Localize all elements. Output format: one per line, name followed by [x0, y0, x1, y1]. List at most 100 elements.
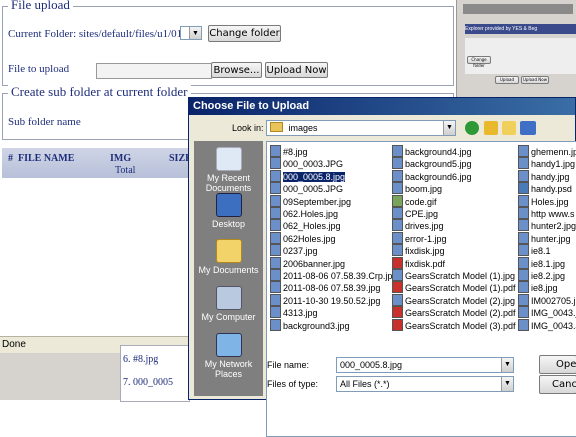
file-item[interactable]: error-1.jpg	[392, 231, 447, 244]
file-item[interactable]: ie8.1	[518, 244, 551, 257]
file-item[interactable]: boom.jpg	[392, 182, 442, 195]
desktop-icon	[215, 193, 242, 217]
file-item[interactable]: 062.Holes.jpg	[270, 207, 338, 219]
browse-button[interactable]: Browse...	[211, 62, 262, 78]
bg-window-title: Explorer provided by YES & Beg	[465, 24, 576, 34]
file-item[interactable]: handy.jpg	[518, 169, 569, 182]
file-list[interactable]: #8.jpg 000_0003.JPG 000_0005.8.jpg 000_0005…	[266, 141, 576, 437]
folder-icon	[270, 122, 283, 132]
network-places-icon	[215, 333, 242, 357]
file-item[interactable]: CPE.jpg	[392, 207, 438, 219]
new-folder-icon[interactable]	[502, 121, 516, 135]
image-file-icon	[518, 145, 529, 157]
file-item[interactable]: GearsScratch Model (1).pdf	[392, 281, 516, 294]
file-item[interactable]: GearsScratch Model (1).jpg	[392, 269, 515, 281]
image-file-icon	[392, 293, 403, 306]
file-item[interactable]: handy1.jpg	[518, 157, 575, 170]
background-window: Explorer provided by YES & Beg Change fo…	[456, 0, 576, 98]
file-item[interactable]: 09September.jpg	[270, 194, 351, 207]
file-item[interactable]: ghemenn.jpg	[518, 145, 576, 157]
bg-change-folder-button[interactable]: Change folder	[467, 56, 491, 68]
file-item[interactable]: Holes.jpg	[518, 194, 569, 207]
file-item[interactable]: 062_Holes.jpg	[270, 219, 341, 232]
files-of-type-select[interactable]: All Files (*.*) ▼	[336, 376, 514, 392]
change-folder-button[interactable]: Change folder	[208, 25, 281, 42]
folder-select[interactable]: ▼	[180, 26, 202, 40]
file-item[interactable]: 2006banner.jpg	[270, 256, 346, 269]
file-upload-legend: File upload	[8, 0, 73, 13]
file-item-name: 0237.jpg	[283, 246, 318, 257]
file-name-input[interactable]: 000_0005.8.jpg ▼	[336, 357, 514, 373]
file-item[interactable]: 062Holes.jpg	[270, 231, 336, 244]
file-item-name: handy.psd	[531, 184, 572, 195]
file-item-name: 2006banner.jpg	[283, 258, 346, 269]
image-file-icon	[518, 318, 529, 331]
file-item-name: drives.jpg	[405, 221, 444, 232]
image-file-icon	[518, 231, 529, 244]
image-file-icon	[270, 256, 281, 269]
file-item[interactable]: 4313.jpg	[270, 306, 318, 319]
file-item[interactable]: background6.jpg	[392, 169, 472, 182]
file-item[interactable]: 0237.jpg	[270, 244, 318, 257]
file-item[interactable]: http www.s	[518, 207, 575, 219]
file-item[interactable]: code.gif	[392, 194, 437, 207]
file-item[interactable]: handy.psd	[518, 182, 572, 195]
file-item[interactable]: hunter2.jpg	[518, 219, 576, 232]
thumb-row[interactable]: 7. 000_0005	[123, 377, 187, 388]
image-file-icon	[518, 219, 529, 232]
file-item-name: 2011-10-30 19.50.52.jpg	[283, 295, 381, 306]
image-file-icon	[392, 182, 403, 195]
file-item[interactable]: fixdisk.pdf	[392, 256, 445, 269]
recent-docs-icon	[215, 147, 242, 171]
file-item[interactable]: ie8.1.jpg	[518, 256, 565, 269]
file-item[interactable]: #8.jpg	[270, 145, 308, 157]
file-item[interactable]: 2011-08-06 07.58.39.Crp.jpg	[270, 269, 397, 281]
file-item[interactable]: background4.jpg	[392, 145, 472, 157]
place-recent-documents[interactable]: My Recent Documents	[194, 147, 263, 193]
file-item[interactable]: drives.jpg	[392, 219, 444, 232]
thumb-row[interactable]: 6. #8.jpg	[123, 354, 187, 365]
upload-now-button[interactable]: Upload Now	[265, 62, 328, 78]
file-item[interactable]: 000_0003.JPG	[270, 157, 343, 170]
open-button[interactable]: Open	[539, 355, 576, 374]
places-bar: My Recent Documents Desktop My Documents…	[194, 141, 263, 396]
bg-upload-now-button[interactable]: Upload Now	[521, 76, 549, 84]
cancel-button[interactable]: Cancel	[539, 375, 576, 394]
file-item[interactable]: background5.jpg	[392, 157, 472, 170]
place-my-computer[interactable]: My Computer	[194, 286, 263, 322]
image-file-icon	[392, 157, 403, 170]
current-folder-label: Current Folder: sites/default/files/u1/0…	[8, 28, 183, 40]
view-menu-icon[interactable]	[520, 121, 536, 135]
file-item[interactable]: 000_0005.JPG	[270, 182, 343, 195]
file-item[interactable]: GearsScratch Model (2).pdf	[392, 306, 516, 319]
file-item[interactable]: ie8.jpg	[518, 281, 558, 294]
file-item[interactable]: ie8.2.jpg	[518, 269, 565, 281]
file-item[interactable]: fixdisk.jpg	[392, 244, 445, 257]
file-item[interactable]: GearsScratch Model (3).pdf	[392, 318, 516, 331]
chevron-down-icon: ▼	[501, 377, 513, 391]
file-item-name: ie8.jpg	[531, 283, 558, 294]
place-network[interactable]: My Network Places	[194, 333, 263, 379]
file-item[interactable]: background3.jpg	[270, 318, 350, 331]
place-desktop[interactable]: Desktop	[194, 193, 263, 229]
file-item-name: #8.jpg	[283, 147, 308, 157]
file-item-name: hunter2.jpg	[531, 221, 576, 232]
look-in-select[interactable]: images ▼	[266, 120, 456, 136]
back-icon[interactable]	[465, 121, 479, 135]
file-item[interactable]: 000_0005.8.jpg	[270, 169, 346, 182]
file-item-name: code.gif	[405, 196, 437, 207]
file-item[interactable]: hunter.jpg	[518, 231, 571, 244]
bg-upload-button[interactable]: Upload	[495, 76, 519, 84]
file-item[interactable]: IMG_0043.JP	[518, 318, 576, 331]
place-my-documents[interactable]: My Documents	[194, 239, 263, 275]
file-item[interactable]: 2011-08-06 07.58.39.jpg	[270, 281, 380, 294]
file-item[interactable]: 2011-10-30 19.50.52.jpg	[270, 293, 381, 306]
chevron-down-icon: ▼	[189, 27, 201, 39]
file-item-name: background5.jpg	[405, 159, 472, 170]
file-item[interactable]: IMG_0043.jp	[518, 306, 576, 319]
file-item[interactable]: IM002705.jp	[518, 293, 576, 306]
col-hash: #	[8, 153, 13, 164]
up-folder-icon[interactable]	[484, 121, 498, 135]
file-path-input[interactable]	[96, 63, 212, 79]
file-item[interactable]: GearsScratch Model (2).jpg	[392, 293, 515, 306]
